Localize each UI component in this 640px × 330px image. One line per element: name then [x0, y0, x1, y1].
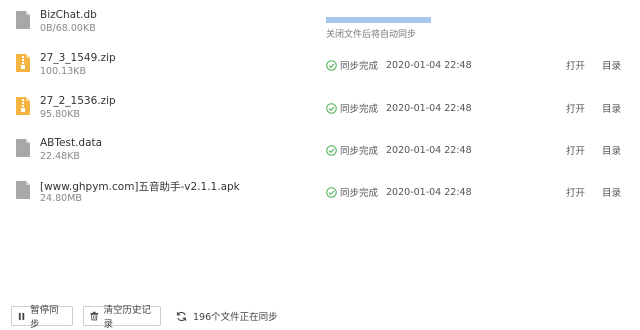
zip-icon — [16, 97, 30, 115]
clear-history-button[interactable]: 清空历史记录 — [83, 305, 161, 330]
sync-time: 2020-01-04 22:48 — [386, 102, 472, 114]
file-size: 22.48KB — [40, 151, 80, 162]
file-row: 27_3_1549.zip 100.13KB 同步完成 2020-01-04 2… — [0, 49, 640, 83]
sync-status: 同步完成 2020-01-04 22:48 — [326, 143, 472, 157]
sync-time: 2020-01-04 22:48 — [386, 186, 472, 198]
file-size: 95.80KB — [40, 109, 80, 120]
file-row: ABTest.data 22.48KB 同步完成 2020-01-04 22:4… — [0, 134, 640, 168]
file-name: 27_2_1536.zip — [40, 95, 116, 107]
sync-status: 同步完成 2020-01-04 22:48 — [326, 185, 472, 199]
pause-icon — [18, 312, 25, 320]
open-folder-button[interactable]: 目录 — [602, 143, 621, 157]
file-size: 24.80MB — [40, 193, 82, 204]
zip-icon — [16, 54, 30, 72]
check-circle-icon — [326, 59, 337, 71]
check-circle-icon — [326, 186, 337, 198]
doc-icon — [16, 139, 30, 157]
file-name: [www.ghpym.com]五音助手-v2.1.1.apk — [40, 181, 240, 193]
status-label: 同步完成 — [340, 104, 379, 115]
open-folder-button[interactable]: 目录 — [602, 58, 621, 72]
file-row: 27_2_1536.zip 95.80KB 同步完成 2020-01-04 22… — [0, 92, 640, 126]
file-row: BizChat.db 0B/68.00KB 关闭文件后将自动同步 — [0, 6, 640, 40]
open-file-button[interactable]: 打开 — [566, 58, 585, 72]
pause-sync-button[interactable]: 暂停同步 — [11, 305, 73, 330]
open-folder-button[interactable]: 目录 — [602, 185, 621, 199]
open-folder-button[interactable]: 目录 — [602, 101, 621, 115]
footer-bar: 暂停同步 清空历史记录 196个文件正在同步 — [0, 305, 640, 330]
sync-summary-text: 196个文件正在同步 — [193, 312, 278, 323]
check-circle-icon — [326, 102, 337, 114]
sync-status: 同步完成 2020-01-04 22:48 — [326, 101, 472, 115]
file-name: ABTest.data — [40, 137, 103, 149]
sync-status: 同步完成 2020-01-04 22:48 — [326, 58, 472, 72]
pending-sync-note: 关闭文件后将自动同步 — [326, 30, 417, 40]
file-size: 0B/68.00KB — [40, 23, 96, 34]
sync-summary: 196个文件正在同步 — [176, 309, 278, 323]
sync-progress-fill — [326, 17, 431, 23]
sync-icon — [176, 311, 187, 321]
doc-icon — [16, 181, 30, 199]
file-name: BizChat.db — [40, 9, 97, 21]
trash-icon — [90, 311, 99, 321]
sync-progress-bar — [326, 17, 431, 23]
status-label: 同步完成 — [340, 61, 379, 72]
file-row: [www.ghpym.com]五音助手-v2.1.1.apk 24.80MB 同… — [0, 176, 640, 210]
check-circle-icon — [326, 144, 337, 156]
open-file-button[interactable]: 打开 — [566, 143, 585, 157]
clear-history-label: 清空历史记录 — [103, 305, 152, 330]
sync-time: 2020-01-04 22:48 — [386, 59, 472, 71]
doc-icon — [16, 11, 30, 29]
file-name: 27_3_1549.zip — [40, 52, 116, 64]
open-file-button[interactable]: 打开 — [566, 101, 585, 115]
status-label: 同步完成 — [340, 146, 379, 157]
sync-time: 2020-01-04 22:48 — [386, 144, 472, 156]
file-size: 100.13KB — [40, 66, 86, 77]
open-file-button[interactable]: 打开 — [566, 185, 585, 199]
pause-sync-label: 暂停同步 — [30, 305, 59, 330]
status-label: 同步完成 — [340, 188, 379, 199]
